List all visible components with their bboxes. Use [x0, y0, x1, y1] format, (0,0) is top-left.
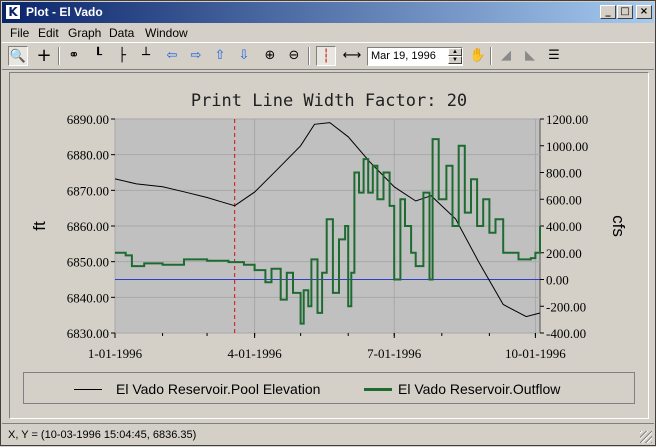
x-tick-label: 4-01-1996 — [228, 346, 283, 361]
cursor-readout: X, Y = (10-03-1996 15:04:45, 6836.35) — [8, 429, 197, 441]
x-tick-label: 7-01-1996 — [367, 346, 422, 361]
y2-tick-label: 400.00 — [546, 219, 582, 234]
y-tick-label: 6870.00 — [67, 183, 109, 198]
resize-grip[interactable] — [640, 431, 652, 443]
x-tick-label: 10-01-1996 — [505, 346, 566, 361]
y-tick-label: 6850.00 — [67, 255, 109, 270]
legend-swatch-elevation — [74, 389, 102, 390]
y-tick-label: 6860.00 — [67, 219, 109, 234]
legend-swatch-outflow — [364, 388, 392, 391]
y2-tick-label: -400.00 — [546, 326, 586, 341]
y2-tick-label: 1000.00 — [546, 139, 588, 154]
legend-label-outflow: El Vado Reservoir.Outflow — [398, 381, 561, 397]
y-tick-label: 6840.00 — [67, 290, 109, 305]
y2-tick-label: -200.00 — [546, 299, 586, 314]
y2-tick-label: 1200.00 — [546, 112, 588, 127]
y2-tick-label: 800.00 — [546, 166, 582, 181]
y2-tick-label: 0.00 — [546, 273, 569, 288]
x-tick-label: 1-01-1996 — [88, 346, 143, 361]
y-axis-label: ft — [30, 221, 49, 231]
y-tick-label: 6890.00 — [67, 112, 109, 127]
plot-window: K Plot - El Vado _ □ × File Edit Graph D… — [0, 0, 656, 446]
y2-tick-label: 200.00 — [546, 246, 582, 261]
y-tick-label: 6830.00 — [67, 326, 109, 341]
y-tick-label: 6880.00 — [67, 148, 109, 163]
legend-label-elevation: El Vado Reservoir.Pool Elevation — [116, 381, 321, 397]
y2-tick-label: 600.00 — [546, 192, 582, 207]
y2-axis-label: cfs — [609, 215, 628, 237]
status-bar: X, Y = (10-03-1996 15:04:45, 6836.35) — [2, 423, 654, 445]
legend: El Vado Reservoir.Pool Elevation El Vado… — [23, 372, 635, 404]
